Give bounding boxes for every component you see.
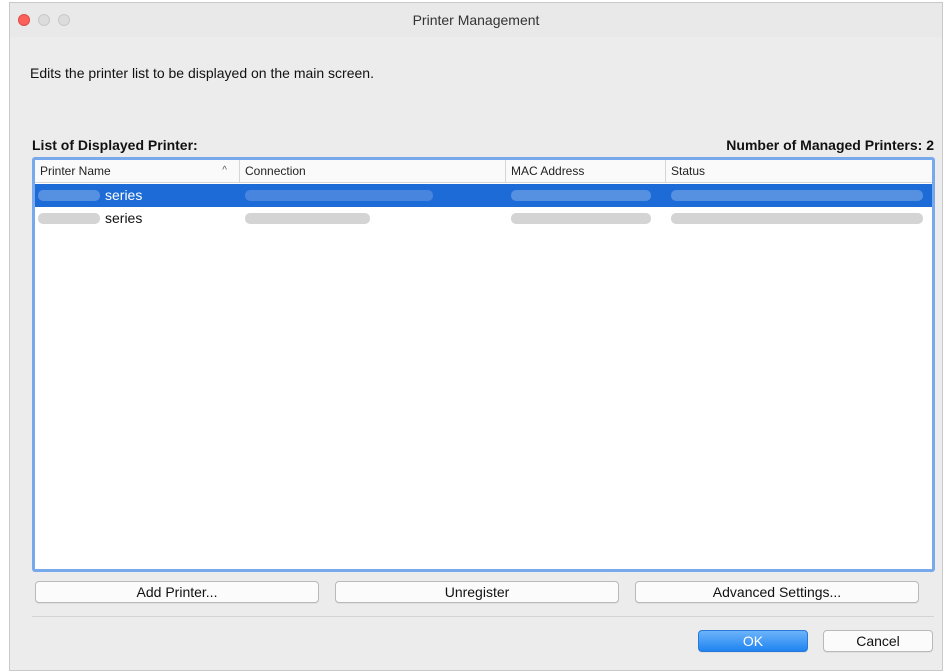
advanced-settings-button[interactable]: Advanced Settings... bbox=[635, 581, 919, 603]
printer-table[interactable]: Printer Name ^ Connection MAC Address St… bbox=[32, 157, 935, 572]
redacted-connection bbox=[245, 213, 370, 224]
column-header-connection[interactable]: Connection bbox=[240, 160, 506, 182]
redacted-printer-model bbox=[38, 213, 100, 224]
column-header-label: Printer Name bbox=[40, 164, 111, 178]
column-header-status[interactable]: Status bbox=[666, 160, 932, 182]
redacted-mac-address bbox=[511, 213, 651, 224]
column-header-mac-address[interactable]: MAC Address bbox=[506, 160, 666, 182]
table-header: Printer Name ^ Connection MAC Address St… bbox=[35, 160, 932, 183]
managed-printers-count: Number of Managed Printers: 2 bbox=[726, 137, 934, 153]
table-row-selected[interactable]: series bbox=[35, 184, 932, 207]
redacted-printer-model bbox=[38, 190, 100, 201]
add-printer-button[interactable]: Add Printer... bbox=[35, 581, 319, 603]
table-row[interactable]: series bbox=[35, 207, 932, 230]
printer-management-window: Printer Management Edits the printer lis… bbox=[9, 2, 943, 671]
column-header-printer-name[interactable]: Printer Name ^ bbox=[35, 160, 240, 182]
redacted-status bbox=[671, 190, 923, 201]
list-label: List of Displayed Printer: bbox=[32, 137, 198, 153]
ok-button[interactable]: OK bbox=[698, 630, 808, 652]
unregister-button[interactable]: Unregister bbox=[335, 581, 619, 603]
sort-ascending-icon: ^ bbox=[222, 165, 227, 176]
description-text: Edits the printer list to be displayed o… bbox=[30, 65, 374, 81]
printer-name-cell: series bbox=[105, 210, 143, 226]
window-title: Printer Management bbox=[412, 12, 540, 28]
printer-name-cell: series bbox=[105, 187, 143, 203]
redacted-connection bbox=[245, 190, 433, 201]
redacted-status bbox=[671, 213, 923, 224]
cancel-button[interactable]: Cancel bbox=[823, 630, 933, 652]
title-bar: Printer Management bbox=[10, 3, 942, 37]
redacted-mac-address bbox=[511, 190, 651, 201]
divider bbox=[32, 616, 934, 617]
